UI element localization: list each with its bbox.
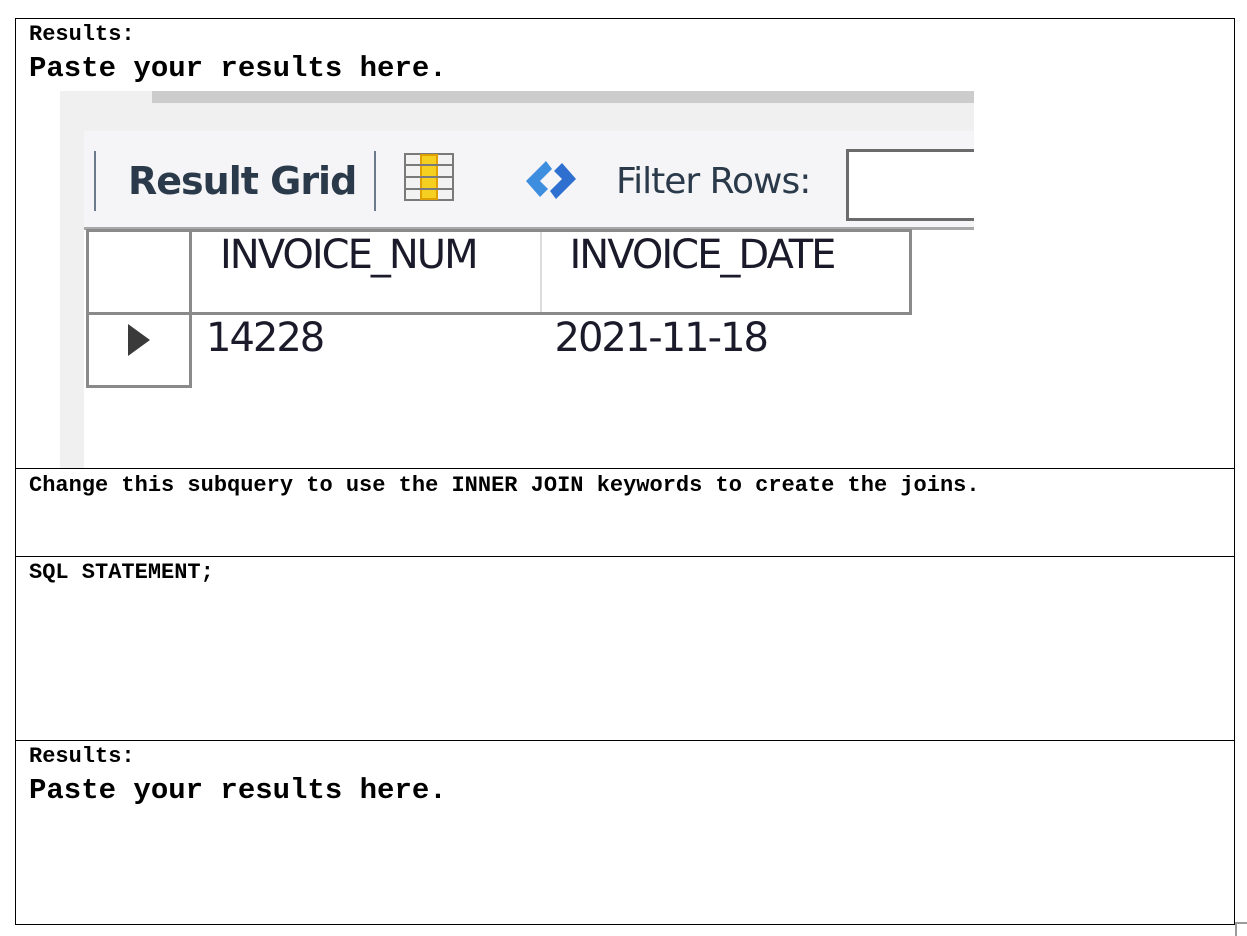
results-label: Results:: [29, 22, 135, 47]
results-placeholder[interactable]: Paste your results here.: [16, 51, 1234, 87]
grid-header-row: INVOICE_NUM INVOICE_DATE: [86, 229, 912, 315]
worksheet-table: Results: Paste your results here. Result…: [15, 18, 1235, 925]
row-selector[interactable]: [86, 313, 192, 388]
sql-cell[interactable]: SQL STATEMENT;: [15, 556, 1235, 741]
row-selector-header[interactable]: [86, 229, 192, 315]
filter-rows-label: Filter Rows:: [616, 161, 811, 202]
cell-invoice-date[interactable]: 2021-11-18: [541, 314, 911, 387]
refresh-icon[interactable]: [518, 155, 584, 205]
sql-statement-label[interactable]: SQL STATEMENT;: [16, 557, 1234, 589]
column-header-invoice-num[interactable]: INVOICE_NUM: [190, 229, 542, 315]
current-row-arrow-icon: [128, 324, 150, 356]
result-grid-screenshot: Result Grid Filter Rows: INVOICE_NUM INV…: [60, 91, 974, 468]
instruction-cell: Change this subquery to use the INNER JO…: [15, 468, 1235, 557]
results-cell-1[interactable]: Results: Paste your results here. Result…: [15, 18, 1235, 469]
toolbar-separator: [94, 151, 96, 211]
instruction-text: Change this subquery to use the INNER JO…: [29, 473, 980, 498]
results-cell-2[interactable]: Results: Paste your results here.: [15, 740, 1235, 925]
results-label: Results:: [29, 744, 135, 769]
results-placeholder[interactable]: Paste your results here.: [16, 773, 1234, 809]
panel-left-strip: [60, 91, 84, 468]
table-row[interactable]: 14228 2021-11-18: [86, 313, 911, 388]
result-grid-tab[interactable]: Result Grid: [128, 159, 357, 203]
toolbar-separator: [374, 151, 376, 211]
result-grid: INVOICE_NUM INVOICE_DATE 14228 2021-11-1…: [86, 229, 912, 388]
cell-invoice-num[interactable]: 14228: [191, 314, 541, 387]
panel-tab-bar: [152, 91, 974, 103]
column-header-invoice-date[interactable]: INVOICE_DATE: [540, 229, 912, 315]
column-grid-icon[interactable]: [404, 153, 454, 201]
filter-rows-input[interactable]: [846, 149, 974, 221]
result-toolbar: Result Grid Filter Rows:: [84, 131, 974, 230]
